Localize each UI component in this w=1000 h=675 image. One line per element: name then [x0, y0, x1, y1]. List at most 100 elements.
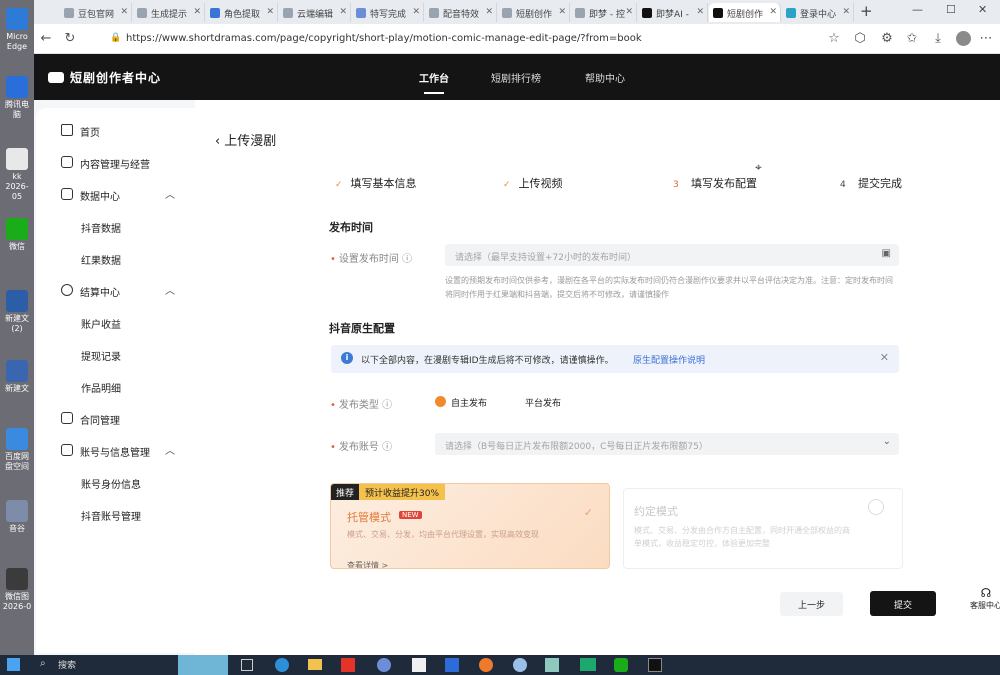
desktop-icon-tencent[interactable]: 腾讯电脑: [2, 76, 32, 120]
browser-tab[interactable]: 特写完成 ✕: [352, 3, 424, 22]
logo-icon: [48, 72, 64, 83]
close-icon[interactable]: ✕: [120, 7, 128, 17]
sidebar-item-account-info[interactable]: 账号与信息管理 ︿: [36, 436, 195, 464]
downloads-icon[interactable]: ⤓: [930, 31, 946, 46]
desktop-icon-newfile[interactable]: 新建文: [2, 360, 32, 394]
url-input[interactable]: 🔒 https://www.shortdramas.com/page/copyr…: [104, 30, 829, 49]
app-icon[interactable]: [412, 658, 426, 672]
desktop-icon-edge[interactable]: Micro Edge: [2, 8, 32, 52]
collections-icon[interactable]: ✩: [904, 31, 920, 46]
app-icon[interactable]: [445, 658, 459, 672]
browser-tab[interactable]: 配音特效 ✕: [425, 3, 497, 22]
desktop-icon-newfile2[interactable]: 新建文(2): [2, 290, 32, 334]
close-icon[interactable]: ✕: [880, 351, 889, 364]
site-logo[interactable]: 短剧创作者中心: [48, 69, 161, 86]
sidebar-item-content[interactable]: 内容管理与经营: [36, 148, 195, 176]
close-icon[interactable]: ✕: [266, 7, 274, 17]
sidebar-item-settlement[interactable]: 结算中心 ︿: [36, 276, 195, 304]
browser-tab[interactable]: 云端编辑 ✕: [279, 3, 351, 22]
radio-platform-publish[interactable]: 平台发布: [525, 396, 561, 409]
maximize-icon[interactable]: ☐: [946, 3, 956, 16]
radio-selected-icon: [435, 396, 446, 407]
back-arrow-icon[interactable]: ←: [38, 31, 54, 46]
app-icon[interactable]: [377, 658, 391, 672]
close-icon[interactable]: ✕: [769, 7, 777, 17]
edge-taskbar-icon[interactable]: [275, 658, 289, 672]
extension-icon[interactable]: ⬡: [852, 31, 868, 46]
minimize-icon[interactable]: —: [912, 3, 923, 16]
site-header: 短剧创作者中心 工作台 短剧排行榜 帮助中心: [34, 54, 1000, 100]
app-icon[interactable]: [580, 658, 596, 671]
sidebar-item-identity[interactable]: 账号身份信息: [36, 468, 195, 496]
config-guide-link[interactable]: 原生配置操作说明: [633, 353, 705, 366]
app-icon[interactable]: [513, 658, 527, 672]
sidebar-item-data-center[interactable]: 数据中心 ︿: [36, 180, 195, 208]
sidebar-item-withdraw-records[interactable]: 提现记录: [36, 340, 195, 368]
sidebar-item-works-detail[interactable]: 作品明细: [36, 372, 195, 400]
sidebar-item-douyin-account[interactable]: 抖音账号管理: [36, 500, 195, 528]
sidebar-item-home[interactable]: 首页: [36, 116, 195, 144]
desktop-icon-kk[interactable]: kk 2026-05: [2, 148, 32, 202]
nav-workbench[interactable]: 工作台: [419, 70, 449, 94]
submit-button[interactable]: 提交: [870, 591, 936, 616]
nav-help[interactable]: 帮助中心: [585, 70, 625, 85]
close-icon[interactable]: ✕: [625, 7, 633, 17]
browser-tab[interactable]: 角色提取 ✕: [206, 3, 278, 22]
performance-icon[interactable]: ⚙: [879, 31, 895, 46]
file-explorer-icon[interactable]: [308, 659, 322, 670]
windows-start-icon[interactable]: [7, 658, 20, 671]
mode-card-managed[interactable]: 推荐 预计收益提升30% 托管模式 NEW ✓ 模式、交易、分发，均由平台代理设…: [330, 483, 610, 569]
reload-icon[interactable]: ↻: [62, 31, 78, 46]
sidebar-item-hongguo-data[interactable]: 红果数据: [36, 244, 195, 272]
desktop-icon-wechat[interactable]: 微信: [2, 218, 32, 252]
app-icon[interactable]: [545, 658, 559, 672]
close-icon[interactable]: ✕: [193, 7, 201, 17]
browser-tab[interactable]: 即梦AI - ✕: [638, 3, 708, 22]
desktop-icon-yingu[interactable]: 音谷: [2, 500, 32, 534]
sidebar-item-contract[interactable]: 合同管理: [36, 404, 195, 432]
browser-tab[interactable]: 即梦 - 控 ✕: [571, 3, 637, 22]
step-number: 3: [673, 180, 679, 190]
wechat-taskbar-icon[interactable]: [614, 658, 628, 672]
file-icon: [6, 148, 28, 170]
close-icon[interactable]: ✕: [842, 7, 850, 17]
prev-step-button[interactable]: 上一步: [780, 592, 843, 616]
customer-service-button[interactable]: ☊ 客服中心: [967, 586, 1000, 611]
document-icon: [6, 360, 28, 382]
card-detail-link[interactable]: 查看详情 >: [347, 560, 388, 568]
browser-tab[interactable]: 生成提示 ✕: [133, 3, 205, 22]
browser-tab[interactable]: 登录中心 ✕: [782, 3, 854, 22]
browser-tab[interactable]: 豆包官网 ✕: [60, 3, 132, 22]
radio-self-publish[interactable]: 自主发布: [435, 396, 487, 409]
mode-card-agreed[interactable]: 约定模式 模式、交易、分发由合作方自主配置，同时开通全部权益的商单模式，收益稳定…: [623, 488, 903, 569]
nav-ranking[interactable]: 短剧排行榜: [491, 70, 541, 85]
taskbar-search[interactable]: ⌕ 搜索: [36, 658, 176, 672]
new-tab-icon[interactable]: +: [860, 2, 873, 20]
close-icon[interactable]: ✕: [558, 7, 566, 17]
close-icon[interactable]: ✕: [485, 7, 493, 17]
profile-avatar[interactable]: [956, 31, 971, 46]
settlement-icon: [61, 284, 73, 296]
back-link[interactable]: ‹ 上传漫剧: [215, 130, 276, 149]
capcut-icon[interactable]: [648, 658, 662, 672]
favorite-star-icon[interactable]: ☆: [826, 31, 842, 46]
close-icon[interactable]: ✕: [412, 7, 420, 17]
publish-account-select[interactable]: 请选择（B号每日正片发布限额2000，C号每日正片发布限额75） ⌄: [435, 433, 899, 455]
app-icon[interactable]: [479, 658, 493, 672]
close-icon[interactable]: ✕: [339, 7, 347, 17]
sidebar-item-account-income[interactable]: 账户收益: [36, 308, 195, 336]
desktop-icon-baidu[interactable]: 百度网盘空间: [2, 428, 32, 472]
window-close-icon[interactable]: ✕: [978, 3, 987, 16]
more-menu-icon[interactable]: ⋯: [978, 31, 994, 46]
close-icon[interactable]: ✕: [696, 7, 704, 17]
publish-time-picker[interactable]: 请选择（最早支持设置+72小时的发布时间） ▣: [445, 244, 899, 266]
browser-tab-active[interactable]: 短剧创作 ✕: [709, 3, 781, 22]
desktop-icon-wechat-image[interactable]: 微信图 2026-0: [2, 568, 32, 612]
sidebar-item-douyin-data[interactable]: 抖音数据: [36, 212, 195, 240]
section-douyin-config: 抖音原生配置: [329, 322, 395, 335]
home-icon: [61, 124, 73, 136]
browser-tab[interactable]: 短剧创作 ✕: [498, 3, 570, 22]
task-view-icon[interactable]: [241, 659, 253, 671]
notice-banner: i 以下全部内容，在漫剧专辑ID生成后将不可修改，请谨慎操作。 原生配置操作说明…: [331, 345, 899, 373]
wps-icon[interactable]: [341, 658, 355, 672]
